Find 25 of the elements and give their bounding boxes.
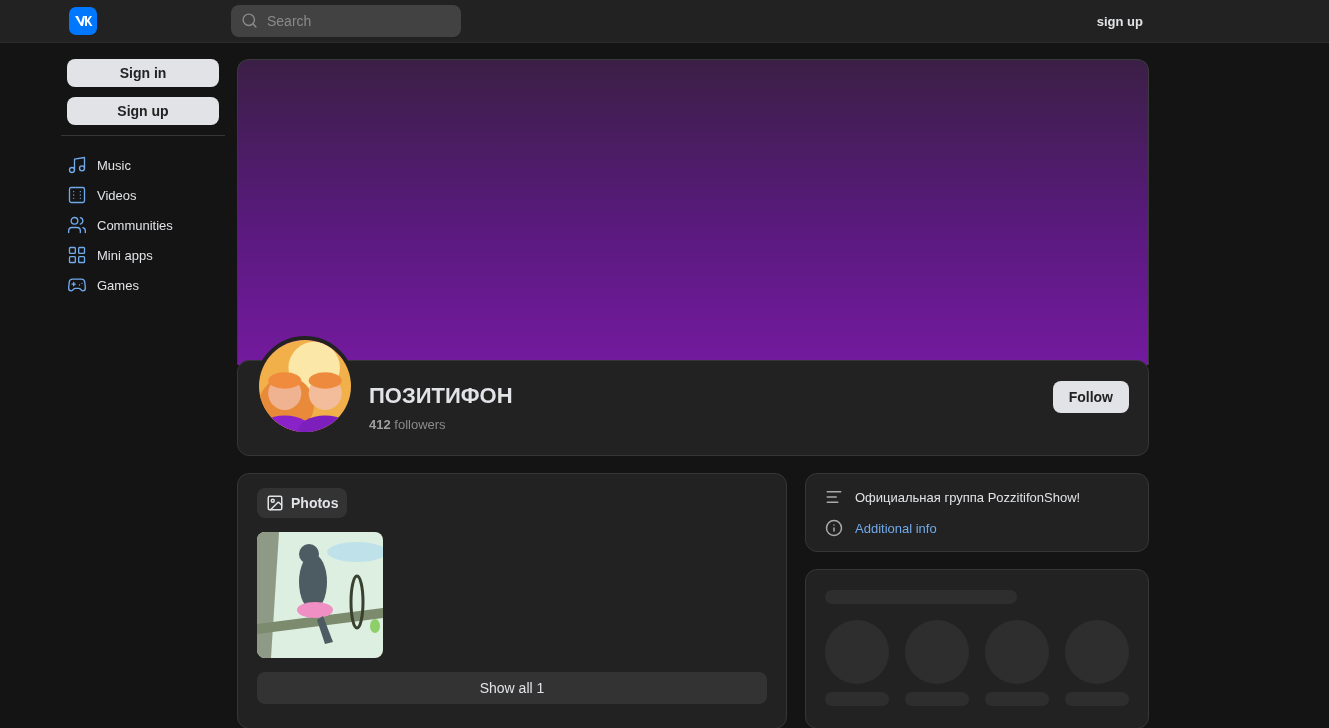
- sign-up-button[interactable]: Sign up: [67, 97, 219, 125]
- sidebar-item[interactable]: Games: [61, 270, 225, 300]
- sign-up-link[interactable]: sign up: [1096, 13, 1143, 29]
- logo-icon[interactable]: [69, 7, 97, 35]
- show-all-button[interactable]: Show all 1: [257, 672, 767, 704]
- dice-icon: [67, 185, 87, 205]
- follow-button[interactable]: Follow: [1052, 381, 1129, 413]
- sidebar-item[interactable]: Music: [61, 150, 225, 180]
- sidebar-item[interactable]: Mini apps: [61, 240, 225, 270]
- additional-info-link[interactable]: Additional info: [855, 520, 937, 536]
- sign-in-button[interactable]: Sign in: [67, 59, 219, 87]
- description-text: Официальная группа PozzitifonShow!: [855, 489, 1081, 505]
- community-name: ПОЗИТИФОН: [369, 382, 513, 409]
- info-icon: [825, 519, 843, 537]
- sidebar-item[interactable]: Communities: [61, 210, 225, 240]
- follower-count: 412 followers: [369, 416, 447, 432]
- people-icon: [67, 215, 87, 235]
- lines-icon: [825, 488, 843, 506]
- image-icon: [266, 494, 284, 512]
- search-icon: [241, 12, 258, 29]
- photos-tab[interactable]: Photos: [257, 488, 348, 518]
- grid-icon: [67, 245, 87, 265]
- music-note-icon: [67, 155, 87, 175]
- search-field[interactable]: Search: [231, 5, 461, 37]
- sidebar-item[interactable]: Videos: [61, 180, 225, 210]
